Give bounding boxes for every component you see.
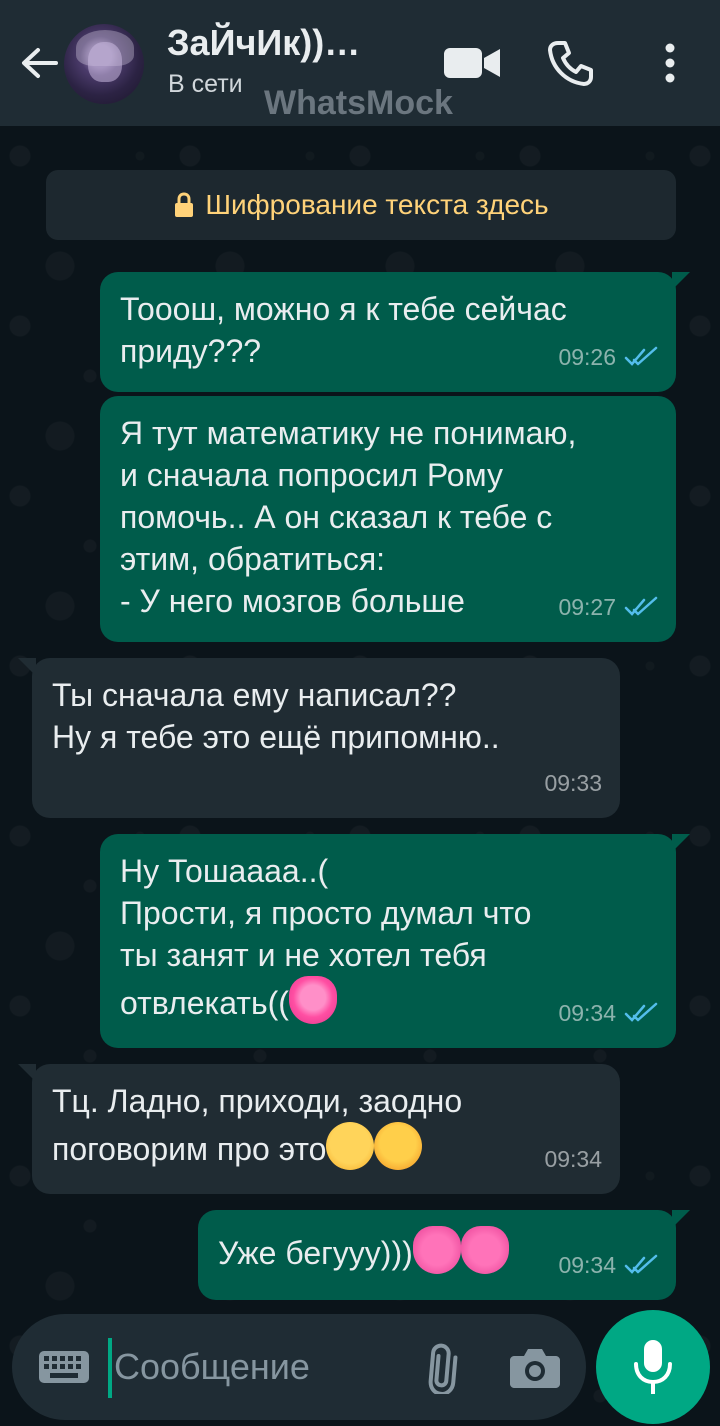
message-composer[interactable]: Сообщение <box>12 1314 586 1420</box>
message-bubble-incoming[interactable]: Ты сначала ему написал?? Ну я тебе это е… <box>18 658 620 818</box>
read-receipt-icon <box>624 1254 658 1274</box>
message-bubble-incoming[interactable]: Тц. Ладно, приходи, заодно поговорим про… <box>18 1064 620 1194</box>
lock-icon <box>175 192 194 217</box>
camera-icon[interactable] <box>510 1346 560 1388</box>
two-hearts-emoji <box>412 1226 461 1274</box>
watermark: WhatsMock <box>264 84 453 122</box>
contact-name[interactable]: ЗаЙчИк))… <box>167 22 360 64</box>
voice-record-button[interactable] <box>596 1310 710 1424</box>
growing-heart-emoji <box>288 976 337 1024</box>
message-bubble-outgoing[interactable]: Уже бегууу))) 09:34 <box>198 1210 690 1300</box>
more-vert-icon[interactable] <box>660 42 680 84</box>
message-time: 09:34 <box>558 1252 616 1278</box>
keyboard-icon[interactable] <box>38 1350 90 1384</box>
message-time: 09:26 <box>558 344 616 370</box>
read-receipt-icon <box>624 1002 658 1022</box>
two-hearts-emoji <box>460 1226 509 1274</box>
message-text: Тц. Ладно, приходи, заодно поговорим про… <box>52 1080 600 1170</box>
read-receipt-icon <box>624 346 658 366</box>
message-bubble-outgoing[interactable]: Ну Тошаааа..( Прости, я просто думал что… <box>100 834 690 1048</box>
message-time: 09:34 <box>558 1000 616 1026</box>
message-time: 09:33 <box>544 770 602 796</box>
phone-icon[interactable] <box>548 40 594 86</box>
chat-header: ЗаЙчИк))… В сети WhatsMock <box>0 0 720 126</box>
message-bubble-outgoing[interactable]: Тооош, можно я к тебе сейчас приду??? 09… <box>100 272 690 392</box>
video-call-icon[interactable] <box>444 46 500 80</box>
text-caret <box>108 1338 112 1398</box>
message-input[interactable]: Сообщение <box>114 1346 310 1388</box>
face-with-steam-emoji <box>326 1122 375 1170</box>
angry-face-emoji <box>374 1122 423 1170</box>
message-text: Ты сначала ему написал?? Ну я тебе это е… <box>52 677 500 755</box>
encryption-notice[interactable]: Шифрование текста здесь <box>46 170 676 240</box>
microphone-icon <box>634 1340 672 1394</box>
message-time: 09:27 <box>558 594 616 620</box>
avatar[interactable] <box>64 24 144 104</box>
encryption-text: Шифрование текста здесь <box>205 189 549 220</box>
back-arrow-icon[interactable] <box>18 42 60 84</box>
read-receipt-icon <box>624 596 658 616</box>
contact-status: В сети <box>168 70 243 98</box>
message-bubble-outgoing[interactable]: Я тут математику не понимаю, и сначала п… <box>100 396 676 642</box>
paperclip-icon[interactable] <box>420 1342 472 1394</box>
message-time: 09:34 <box>544 1146 602 1172</box>
